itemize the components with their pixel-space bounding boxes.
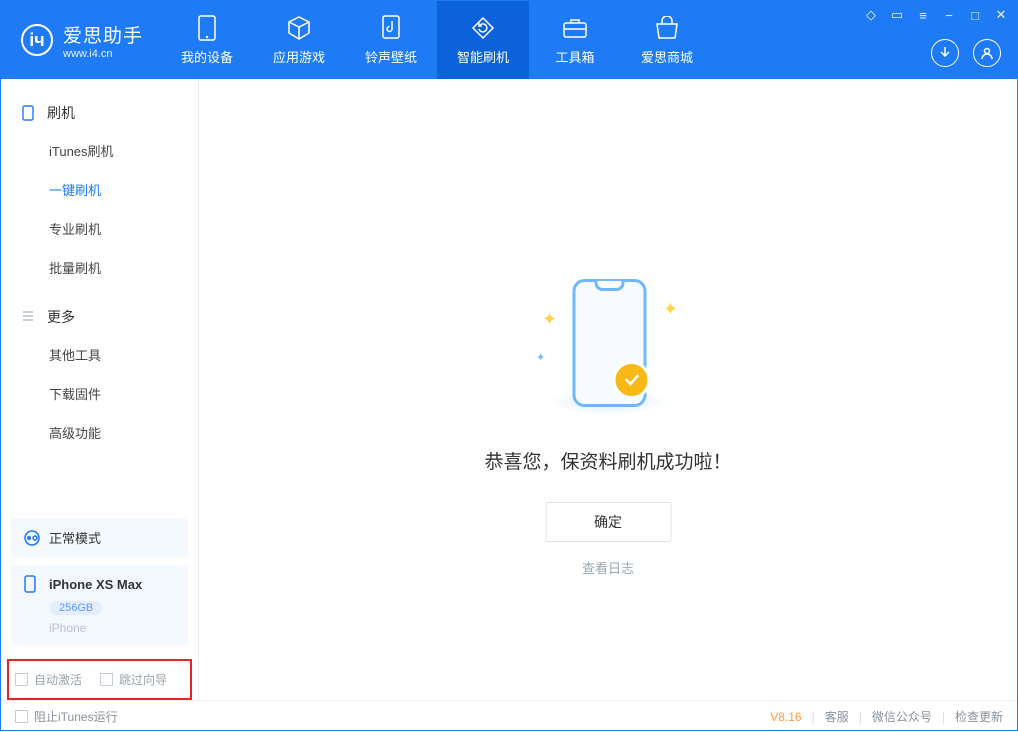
close-button[interactable]: ✕ xyxy=(993,7,1009,23)
sidebar-group-more[interactable]: 更多 xyxy=(1,301,198,335)
sidebar-item-itunes-flash[interactable]: iTunes刷机 xyxy=(1,131,198,170)
tshirt-icon[interactable]: ◇ xyxy=(863,7,879,23)
header-right-actions xyxy=(931,39,1001,67)
phone-icon xyxy=(21,105,37,121)
checkbox-skip-guide[interactable]: 跳过向导 xyxy=(100,671,167,688)
mode-box[interactable]: 正常模式 xyxy=(11,518,188,557)
tab-toolbox[interactable]: 工具箱 xyxy=(529,1,621,79)
minimize-button[interactable]: − xyxy=(941,7,957,23)
highlight-options: 自动激活 跳过向导 xyxy=(7,659,192,700)
main-content: ✦ ✦ ✦ 恭喜您，保资料刷机成功啦！ 确定 查看日志 xyxy=(199,79,1017,700)
device-name: iPhone XS Max xyxy=(49,577,142,592)
device-box[interactable]: iPhone XS Max 256GB iPhone xyxy=(11,565,188,645)
success-illustration: ✦ ✦ ✦ xyxy=(518,279,698,419)
download-button[interactable] xyxy=(931,39,959,67)
logo-text: 爱思助手 www.i4.cn xyxy=(63,21,143,60)
device-icon xyxy=(23,575,41,593)
device-icon xyxy=(194,15,220,41)
user-button[interactable] xyxy=(973,39,1001,67)
success-area: ✦ ✦ ✦ 恭喜您，保资料刷机成功啦！ 确定 查看日志 xyxy=(484,279,731,577)
block-itunes-label[interactable]: 阻止iTunes运行 xyxy=(34,708,118,725)
version-label: V8.16 xyxy=(770,710,801,724)
device-type: iPhone xyxy=(49,621,176,635)
mode-icon xyxy=(23,529,41,547)
header: iч 爱思助手 www.i4.cn 我的设备 应用游戏 铃声壁纸 智能刷机 工具… xyxy=(1,1,1017,79)
sidebar-item-pro-flash[interactable]: 专业刷机 xyxy=(1,209,198,248)
main-tabs: 我的设备 应用游戏 铃声壁纸 智能刷机 工具箱 爱思商城 xyxy=(161,1,713,79)
list-icon[interactable]: ≡ xyxy=(915,7,931,23)
checkbox-auto-activate[interactable]: 自动激活 xyxy=(15,671,82,688)
tab-apps[interactable]: 应用游戏 xyxy=(253,1,345,79)
mode-label: 正常模式 xyxy=(49,528,101,547)
footer-link-wechat[interactable]: 微信公众号 xyxy=(872,708,932,725)
music-icon xyxy=(378,15,404,41)
sidebar-item-advanced[interactable]: 高级功能 xyxy=(1,413,198,452)
tab-my-device[interactable]: 我的设备 xyxy=(161,1,253,79)
check-badge-icon xyxy=(612,361,650,399)
sidebar-item-download-firmware[interactable]: 下载固件 xyxy=(1,374,198,413)
sidebar: 刷机 iTunes刷机 一键刷机 专业刷机 批量刷机 更多 其他工具 下载固件 … xyxy=(1,79,199,700)
sidebar-group-flash[interactable]: 刷机 xyxy=(1,97,198,131)
body: 刷机 iTunes刷机 一键刷机 专业刷机 批量刷机 更多 其他工具 下载固件 … xyxy=(1,79,1017,700)
sidebar-item-batch-flash[interactable]: 批量刷机 xyxy=(1,248,198,287)
footer: 阻止iTunes运行 V8.16 | 客服 | 微信公众号 | 检查更新 xyxy=(1,700,1017,732)
logo-icon: iч xyxy=(21,24,53,56)
checkbox-icon[interactable] xyxy=(15,710,28,723)
footer-link-support[interactable]: 客服 xyxy=(825,708,849,725)
checkbox-icon xyxy=(100,673,113,686)
sidebar-item-other-tools[interactable]: 其他工具 xyxy=(1,335,198,374)
maximize-button[interactable]: □ xyxy=(967,7,983,23)
titlebar-controls: ◇ ▭ ≡ − □ ✕ xyxy=(863,7,1009,23)
cube-icon xyxy=(286,15,312,41)
menu-icon[interactable]: ▭ xyxy=(889,7,905,23)
sidebar-item-oneclick-flash[interactable]: 一键刷机 xyxy=(1,170,198,209)
view-log-link[interactable]: 查看日志 xyxy=(484,558,731,577)
logo[interactable]: iч 爱思助手 www.i4.cn xyxy=(1,21,161,60)
ok-button[interactable]: 确定 xyxy=(545,502,671,542)
success-message: 恭喜您，保资料刷机成功啦！ xyxy=(484,447,731,474)
refresh-icon xyxy=(470,15,496,41)
device-storage: 256GB xyxy=(49,601,103,615)
checkbox-icon xyxy=(15,673,28,686)
footer-link-update[interactable]: 检查更新 xyxy=(955,708,1003,725)
tab-ringtones[interactable]: 铃声壁纸 xyxy=(345,1,437,79)
toolbox-icon xyxy=(562,15,588,41)
tab-flash[interactable]: 智能刷机 xyxy=(437,1,529,79)
tab-store[interactable]: 爱思商城 xyxy=(621,1,713,79)
list-icon xyxy=(21,309,37,325)
shop-icon xyxy=(654,15,680,41)
